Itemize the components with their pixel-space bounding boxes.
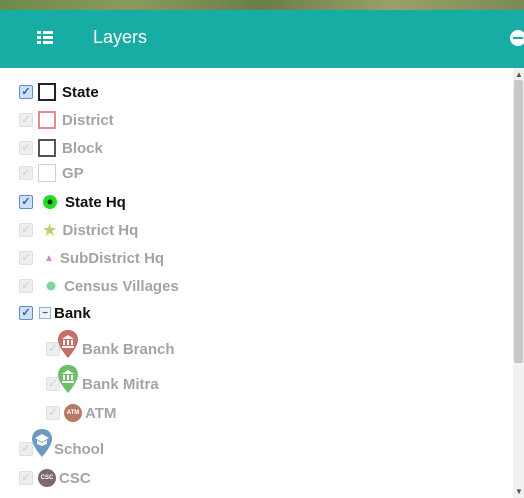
triangle-icon: ▲ [44, 252, 54, 264]
layer-checkbox[interactable]: ✓ [19, 195, 33, 209]
layer-checkbox[interactable]: ✓ [19, 223, 33, 237]
layer-checkbox[interactable]: ✓ [19, 85, 33, 99]
layers-header: Layers [0, 10, 524, 68]
green-circle-icon [46, 281, 56, 291]
layer-row-atm[interactable]: ✓ ATM ATM [46, 401, 116, 425]
square-outline-icon [38, 83, 56, 101]
layer-label: State Hq [65, 193, 126, 211]
layer-row-csc[interactable]: ✓ CSC CSC [19, 466, 91, 490]
scroll-thumb[interactable] [514, 80, 523, 363]
layer-label: Bank [54, 304, 91, 322]
minus-circle-icon[interactable] [510, 30, 524, 46]
bank-pin-icon [58, 365, 78, 393]
atm-icon: ATM [64, 404, 82, 422]
scrollbar[interactable]: ▲ ▼ [513, 68, 524, 498]
square-outline-icon [38, 164, 56, 182]
layer-label: GP [62, 164, 84, 182]
layer-label: Block [62, 139, 103, 157]
layer-label: State [62, 83, 99, 101]
layer-label: Bank Mitra [82, 375, 159, 393]
layer-label: District Hq [62, 221, 139, 239]
layer-label: ATM [85, 404, 117, 422]
scroll-up-icon[interactable]: ▲ [515, 70, 523, 79]
layer-row-bank-branch[interactable]: ✓ Bank Branch [46, 330, 175, 361]
green-dot-icon [43, 195, 57, 209]
layer-row-state[interactable]: ✓ State [19, 80, 99, 104]
layer-checkbox[interactable]: ✓ [19, 279, 33, 293]
layer-row-state-hq[interactable]: ✓ State Hq [19, 190, 126, 214]
layer-row-district[interactable]: ✓ District [19, 108, 114, 132]
layer-checkbox[interactable]: ✓ [19, 306, 33, 320]
layer-checkbox[interactable]: ✓ [19, 141, 33, 155]
layer-checkbox[interactable]: ✓ [19, 113, 33, 127]
layer-checkbox[interactable]: ✓ [19, 471, 33, 485]
csc-icon: CSC [38, 469, 56, 487]
layer-checkbox[interactable]: ✓ [46, 406, 60, 420]
bank-pin-icon [58, 330, 78, 358]
layer-label: Census Villages [64, 277, 179, 295]
layer-row-school[interactable]: ✓ School [19, 429, 105, 461]
panel-title: Layers [93, 27, 148, 47]
layer-row-district-hq[interactable]: ✓ ★ District Hq [19, 218, 138, 242]
square-outline-icon [38, 111, 56, 129]
star-icon: ★ [43, 222, 57, 239]
layer-row-subdistrict-hq[interactable]: ✓ ▲ SubDistrict Hq [19, 246, 164, 270]
layer-label: Bank Branch [82, 340, 175, 358]
square-outline-icon [38, 139, 56, 157]
layer-label: School [54, 440, 105, 458]
layer-row-block[interactable]: ✓ Block [19, 136, 103, 160]
layer-checkbox[interactable]: ✓ [19, 251, 33, 265]
school-pin-icon [32, 429, 52, 457]
collapse-minus-icon[interactable]: − [39, 307, 51, 319]
layer-label: District [62, 111, 114, 129]
layer-row-census-villages[interactable]: ✓ Census Villages [19, 274, 179, 298]
layer-label: CSC [59, 469, 91, 487]
layer-checkbox[interactable]: ✓ [19, 166, 33, 180]
layer-row-bank-mitra[interactable]: ✓ Bank Mitra [46, 365, 159, 396]
layer-row-bank[interactable]: ✓ − Bank [19, 301, 91, 325]
layer-label: SubDistrict Hq [59, 249, 165, 267]
list-icon[interactable] [37, 31, 53, 45]
map-strip [0, 0, 524, 10]
scroll-down-icon[interactable]: ▼ [515, 487, 523, 496]
layer-row-gp[interactable]: ✓ GP [19, 161, 84, 185]
